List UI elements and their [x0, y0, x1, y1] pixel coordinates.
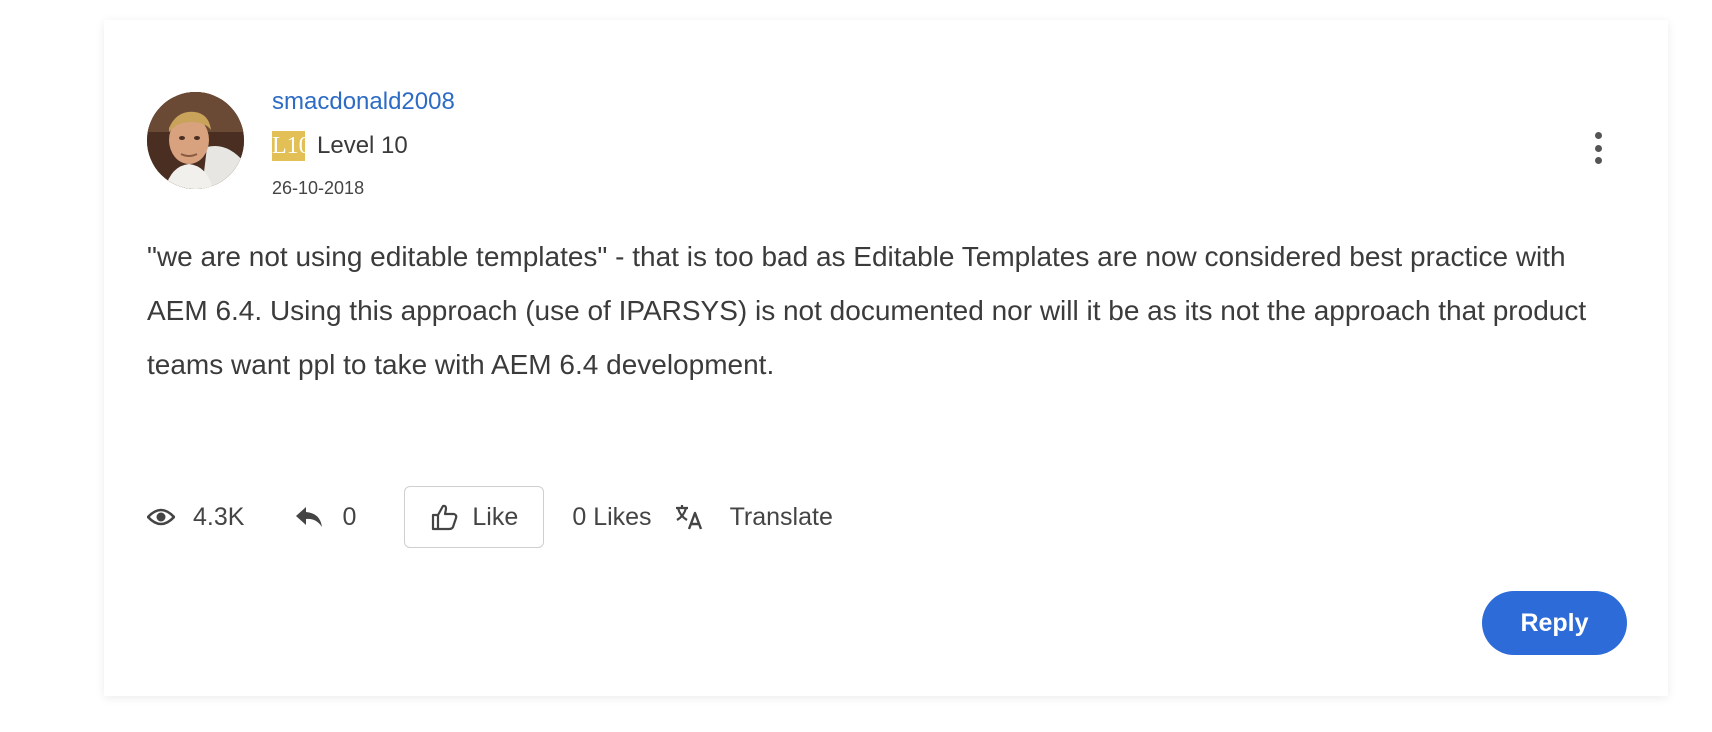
likes-count: 0 Likes [572, 502, 652, 531]
kebab-dot [1594, 144, 1602, 152]
reply-button[interactable]: Reply [1482, 591, 1627, 655]
post-footer: 4.3K 0 Like 0 Likes Translate [147, 485, 833, 549]
translate-icon [675, 505, 702, 530]
kebab-dot [1594, 132, 1602, 139]
like-label: Like [472, 502, 519, 531]
like-button[interactable]: Like [404, 486, 545, 548]
kebab-dot [1594, 157, 1602, 164]
replies-count: 0 [342, 502, 357, 531]
author-username-link[interactable]: smacdonald2008 [272, 88, 455, 116]
post-body: "we are not using editable templates" - … [147, 241, 1587, 380]
rank-label: Level 10 [317, 132, 408, 159]
translate-button[interactable]: Translate [674, 503, 833, 532]
thumbs-up-icon [432, 504, 458, 531]
rank-badge-icon: L10 [272, 131, 305, 161]
views-stat: 4.3K [147, 503, 244, 532]
user-avatar-photo [147, 92, 244, 189]
kebab-menu-icon[interactable] [1587, 128, 1609, 168]
post-date: 26-10-2018 [272, 178, 365, 198]
translate-label: Translate [729, 502, 833, 531]
replies-stat: 0 [294, 503, 356, 532]
post-card: smacdonald2008 L10 Level 10 26-10-2018 "… [104, 20, 1668, 696]
avatar[interactable] [147, 92, 244, 189]
post-header: smacdonald2008 L10 Level 10 26-10-2018 [147, 70, 1627, 210]
author-rank: L10 Level 10 [272, 130, 408, 162]
reply-arrow-icon [296, 507, 323, 527]
views-count: 4.3K [193, 502, 245, 531]
eye-icon [147, 508, 175, 526]
